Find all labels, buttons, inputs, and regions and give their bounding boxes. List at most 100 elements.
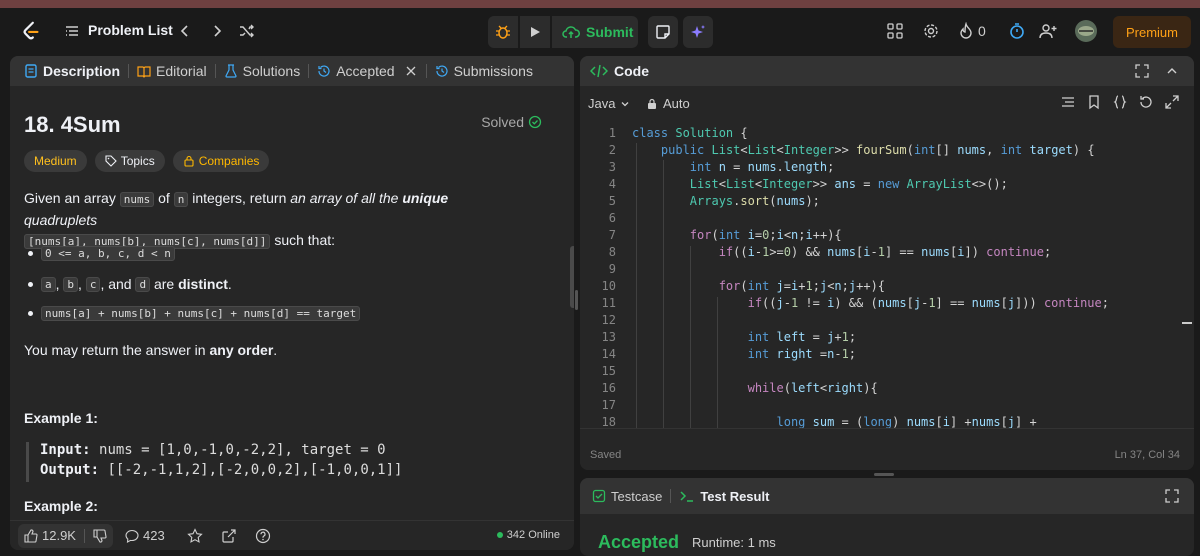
code-line: List<List<Integer>> ans = new ArrayList<… <box>689 177 1008 191</box>
run-button[interactable] <box>520 16 550 48</box>
comments-button[interactable]: 423 <box>125 528 165 543</box>
runtime-label: Runtime: 1 ms <box>692 535 776 550</box>
document-icon <box>25 64 37 78</box>
leetcode-logo-icon[interactable] <box>20 20 42 42</box>
maximize-icon[interactable] <box>1164 488 1180 504</box>
online-label: 342 Online <box>506 529 560 541</box>
avatar[interactable] <box>1074 20 1098 42</box>
favorite-button[interactable] <box>186 527 203 544</box>
streak-counter[interactable]: 0 <box>958 20 986 42</box>
chevron-right-icon <box>214 25 222 37</box>
companies-tag[interactable]: Companies <box>172 150 270 172</box>
flask-icon <box>225 64 237 78</box>
topics-tag[interactable]: Topics <box>94 150 165 172</box>
companies-label: Companies <box>198 154 260 168</box>
line-number: 17 <box>601 398 616 412</box>
line-number: 10 <box>601 279 616 293</box>
code-panel-controls <box>1134 63 1180 79</box>
add-user-icon <box>1039 24 1057 39</box>
debug-button[interactable] <box>488 16 518 48</box>
close-icon[interactable] <box>404 64 418 78</box>
tab-testcase[interactable]: Testcase <box>592 489 662 504</box>
text: You may return the answer in <box>24 342 206 358</box>
expand-icon[interactable] <box>1164 94 1180 110</box>
test-panel: Testcase Test Result Accepted Runtime: 1… <box>580 478 1194 556</box>
settings-button[interactable] <box>922 20 940 42</box>
difficulty-badge[interactable]: Medium <box>24 150 87 172</box>
tab-description[interactable]: Description <box>16 56 128 86</box>
line-number: 4 <box>608 177 616 191</box>
chevron-up-icon[interactable] <box>1164 63 1180 79</box>
like-dislike-group: 12.9K <box>18 523 113 548</box>
thumbs-up-icon[interactable] <box>24 528 38 543</box>
ai-assistant-button[interactable] <box>683 16 713 48</box>
vertical-resize-handle[interactable] <box>575 290 578 310</box>
tab-testcase-label: Testcase <box>611 488 663 504</box>
help-button[interactable] <box>255 528 271 544</box>
tab-test-result[interactable]: Test Result <box>679 489 769 504</box>
check-circle-icon <box>528 115 542 129</box>
notes-button[interactable] <box>648 16 678 48</box>
format-align-icon[interactable] <box>1060 94 1076 110</box>
tag-icon <box>105 155 117 167</box>
constraint-bullet-3: nums[a] + nums[b] + nums[c] + nums[d] ==… <box>24 306 361 321</box>
result-status: Accepted <box>598 532 680 552</box>
layout-button[interactable] <box>886 20 904 42</box>
auto-mode-toggle[interactable]: Auto <box>646 96 690 111</box>
example-1-output: Output: [[-2,-1,1,2],[-2,0,0,2],[-1,0,0,… <box>40 462 402 478</box>
premium-button[interactable]: Premium <box>1113 16 1191 48</box>
inline-code: d <box>135 276 151 292</box>
editor-status-bar: Saved Ln 37, Col 34 <box>580 428 1194 470</box>
inline-code: c <box>85 276 101 292</box>
cloud-upload-icon <box>562 26 580 38</box>
language-select[interactable]: Java <box>588 96 631 111</box>
example-2-title: Example 2: <box>24 498 98 514</box>
online-count: 342 Online <box>496 529 560 541</box>
line-number: 16 <box>601 381 616 395</box>
text: Given an array <box>24 190 116 206</box>
grid-layout-icon <box>887 23 903 39</box>
input-value: nums = [1,0,-1,0,-2,2], target = 0 <box>99 442 386 458</box>
code-title: Code <box>614 63 649 79</box>
reset-icon[interactable] <box>1138 94 1154 110</box>
saved-status: Saved <box>590 449 622 461</box>
random-problem-button[interactable] <box>236 20 258 42</box>
braces-icon[interactable] <box>1112 94 1128 110</box>
tab-submissions[interactable]: Submissions <box>427 56 541 86</box>
code-line: public List<List<Integer>> fourSum(int[]… <box>660 143 1095 157</box>
problem-list-link[interactable]: Problem List <box>88 22 173 38</box>
code-line: while(left<right){ <box>747 381 878 395</box>
list-icon[interactable] <box>64 23 80 39</box>
maximize-icon[interactable] <box>1134 63 1150 79</box>
page-title[interactable]: 18. 4Sum <box>24 112 121 138</box>
constraint-bullet-2: a, b, c, and d are distinct. <box>24 276 232 292</box>
thumbs-down-icon[interactable] <box>93 528 107 543</box>
code-scrollbar[interactable] <box>1180 126 1194 426</box>
tab-editorial[interactable]: Editorial <box>129 56 215 86</box>
chevron-down-icon <box>622 101 629 106</box>
bullet-dot <box>28 251 33 256</box>
avatar-image-icon <box>1075 20 1097 42</box>
horizontal-resize-handle[interactable] <box>874 473 894 476</box>
tab-test-result-label: Test Result <box>700 488 770 504</box>
share-session-button[interactable] <box>1038 20 1058 42</box>
tab-editorial-label: Editorial <box>156 63 207 79</box>
share-button[interactable] <box>221 528 237 544</box>
prev-problem-button[interactable] <box>174 20 196 42</box>
timer-button[interactable] <box>1008 20 1026 42</box>
line-number: 18 <box>601 415 616 429</box>
input-label: Input: <box>40 442 91 458</box>
output-value: [[-2,-1,1,2],[-2,0,0,2],[-1,0,0,1]] <box>107 462 403 478</box>
terminal-icon <box>680 491 694 502</box>
code-line: class Solution { <box>632 126 748 140</box>
text: . <box>273 342 278 358</box>
online-dot <box>496 532 503 538</box>
bookmark-icon[interactable] <box>1086 94 1102 110</box>
next-problem-button[interactable] <box>206 20 228 42</box>
text: such that: <box>274 232 336 248</box>
star-icon <box>186 527 203 543</box>
tab-solutions[interactable]: Solutions <box>216 56 309 86</box>
tab-accepted[interactable]: Accepted <box>309 56 425 86</box>
description-scrollbar[interactable] <box>570 246 574 308</box>
submit-button[interactable]: Submit <box>552 16 638 48</box>
